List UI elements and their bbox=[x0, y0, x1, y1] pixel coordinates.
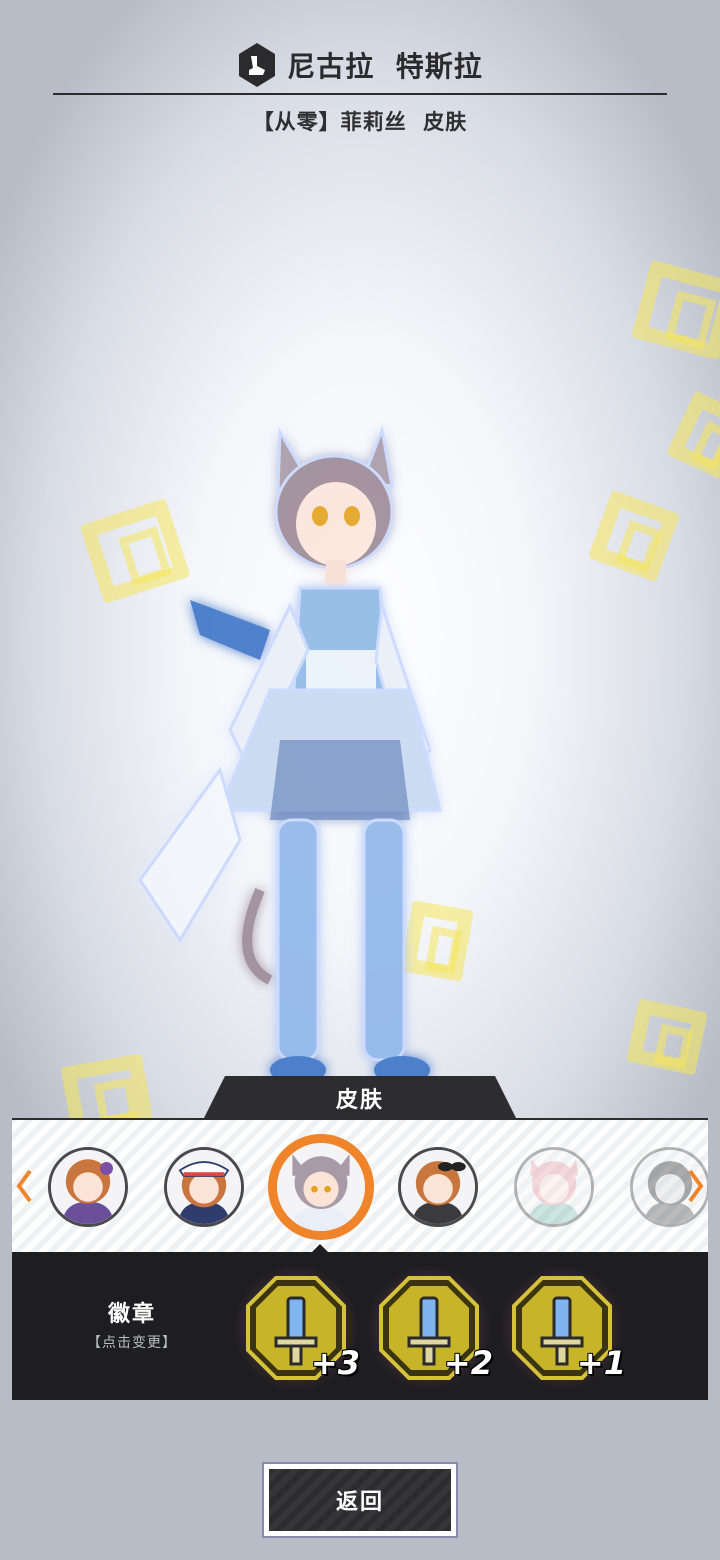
badge-level: +1 bbox=[576, 1344, 626, 1382]
badge-slot-1[interactable]: +3 bbox=[228, 1260, 364, 1396]
background-tile bbox=[631, 259, 720, 361]
hexagon-emblem-icon bbox=[239, 43, 276, 87]
skin-tab: 皮肤 bbox=[203, 1076, 517, 1120]
badge-level: +3 bbox=[310, 1344, 360, 1382]
background-tile bbox=[587, 489, 681, 583]
skin-option-locked[interactable] bbox=[514, 1147, 594, 1227]
skin-option-selected[interactable] bbox=[268, 1134, 374, 1240]
skin-subtitle: 【从零】菲莉丝 皮肤 bbox=[252, 110, 468, 134]
skin-portrait-icon bbox=[51, 1150, 125, 1224]
skin-portrait-icon bbox=[277, 1143, 365, 1231]
back-button[interactable]: 返回 bbox=[262, 1462, 458, 1538]
skin-option[interactable] bbox=[164, 1147, 244, 1227]
badge-slot-3[interactable]: +1 bbox=[494, 1260, 630, 1396]
background-tile bbox=[626, 998, 708, 1076]
skin-option[interactable] bbox=[48, 1147, 128, 1227]
skin-carousel[interactable] bbox=[12, 1118, 708, 1252]
chevron-left-icon[interactable] bbox=[14, 1166, 34, 1206]
title-divider bbox=[53, 93, 667, 95]
back-button-face: 返回 bbox=[269, 1469, 451, 1531]
background-tile bbox=[666, 390, 720, 480]
page-title: 尼古拉 特斯拉 bbox=[287, 50, 483, 83]
character-model bbox=[138, 424, 442, 1084]
badge-label: 徽章 bbox=[107, 1302, 156, 1327]
badge-panel: 徽章 【点击变更】 +3 +2 +1 bbox=[12, 1252, 708, 1400]
skin-option[interactable] bbox=[398, 1147, 478, 1227]
badge-slot-2[interactable]: +2 bbox=[361, 1260, 497, 1396]
skin-portrait-icon bbox=[517, 1150, 591, 1224]
title-row: 尼古拉 特斯拉 bbox=[0, 40, 720, 90]
skin-portrait-icon bbox=[401, 1150, 475, 1224]
skin-tab-label: 皮肤 bbox=[335, 1088, 384, 1113]
badge-change-hint[interactable]: 【点击变更】 bbox=[72, 1332, 192, 1352]
back-button-label: 返回 bbox=[335, 1490, 384, 1515]
chevron-right-icon[interactable] bbox=[686, 1166, 706, 1206]
skin-portrait-icon bbox=[167, 1150, 241, 1224]
badge-level: +2 bbox=[443, 1344, 493, 1382]
